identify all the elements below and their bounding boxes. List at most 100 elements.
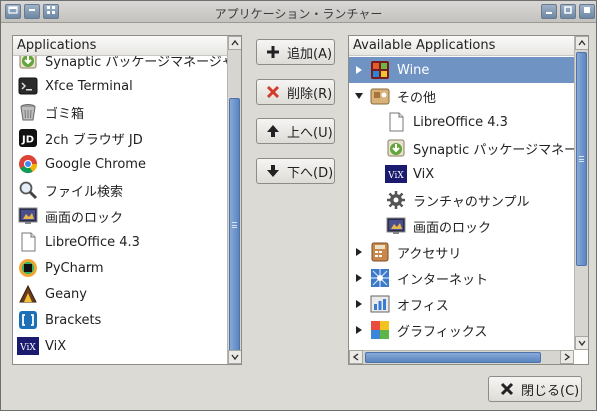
list-item[interactable]: PyCharm [13,255,227,281]
vix-icon: ViX [17,335,39,357]
tree-child-item[interactable]: ランチャのサンプル [349,187,574,213]
tree-item-label: ランチャのサンプル [413,194,530,210]
remove-icon [265,84,281,100]
add-button-label: 追加(A) [287,46,333,62]
available-vscrollbar[interactable] [574,36,588,350]
svg-text:ViX: ViX [19,343,36,353]
tree-category-item[interactable]: オフィス [349,291,574,317]
scrollbar-thumb[interactable] [576,52,587,266]
maximize-button[interactable] [560,4,576,19]
trash-icon [17,101,39,123]
up-button-label: 上へ(U) [287,125,333,141]
document-icon [17,231,39,253]
brackets-icon [17,309,39,331]
scroll-left-button[interactable] [349,350,363,364]
tree-category-item[interactable]: インターネット [349,265,574,291]
list-item-label: LibreOffice 4.3 [45,234,140,250]
tree-item-label: Synaptic パッケージマネージャ [413,142,574,158]
expander-collapsed-icon[interactable] [353,298,365,310]
applications-list-header[interactable]: Applications [13,36,227,56]
hscrollbar-thumb[interactable] [365,352,541,363]
list-item[interactable]: Xfce Terminal [13,73,227,99]
gear-icon [385,189,407,211]
chrome-icon [17,153,39,175]
scroll-up-button[interactable] [575,36,588,50]
chevron-down-icon [578,340,586,347]
minimize-icon [546,12,552,14]
scroll-right-button[interactable] [560,350,574,364]
available-applications-tree[interactable]: Available Applications Wine その他 LibreOffic… [348,35,589,365]
synaptic-icon [385,137,407,159]
scroll-down-button[interactable] [575,336,588,350]
list-item-label: ゴミ箱 [45,106,85,122]
list-item[interactable]: LibreOffice 4.3 [13,229,227,255]
expander-collapsed-icon[interactable] [353,324,365,336]
launcher-window: アプリケーション・ランチャー Applications Synaptic パッケ… [0,0,597,411]
expander-collapsed-icon[interactable] [353,246,365,258]
scrollbar-thumb[interactable] [229,98,240,352]
tree-child-item[interactable]: ViX ViX [349,161,574,187]
scroll-down-button[interactable] [228,350,241,364]
down-button[interactable]: 下へ(D) [256,158,335,184]
close-button[interactable]: 閉じる(C) [488,376,582,402]
applications-scrollbar[interactable] [227,36,241,364]
up-button[interactable]: 上へ(U) [256,118,335,144]
tree-item-label: その他 [397,90,437,106]
tree-category-item[interactable]: グラフィックス [349,317,574,343]
tree-child-item[interactable]: LibreOffice 4.3 [349,109,574,135]
list-item[interactable]: JD 2ch ブラウザ JD [13,125,227,151]
close-window-button[interactable] [579,4,595,19]
tree-category-item[interactable]: Wine [349,57,574,83]
close-button-label: 閉じる(C) [521,383,580,399]
list-item-label: 画面のロック [45,210,124,226]
minimize-button[interactable] [541,4,557,19]
grip-icon [579,156,584,162]
tree-category-item[interactable]: その他 [349,83,574,109]
list-item[interactable]: Brackets [13,307,227,333]
screen-lock-icon [385,215,407,237]
remove-button[interactable]: 削除(R) [256,79,335,105]
svg-text:ViX: ViX [387,171,404,181]
close-x-icon [499,381,515,397]
office-icon [369,293,391,315]
terminal-icon [17,75,39,97]
list-item-label: Google Chrome [45,156,146,172]
list-item-label: Geany [45,286,87,302]
available-applications-body: Wine その他 LibreOffice 4.3 Synaptic パッケージマネージ… [349,56,574,350]
arrow-down-icon [265,163,281,179]
title-bar[interactable]: アプリケーション・ランチャー [1,1,596,23]
jd-icon: JD [17,127,39,149]
list-item[interactable]: Synaptic パッケージマネージャ [13,56,227,73]
list-item[interactable]: ファイル検索 [13,177,227,203]
add-button[interactable]: 追加(A) [256,39,335,65]
tree-child-item[interactable]: 画面のロック [349,213,574,239]
tree-category-item[interactable]: アクセサリ [349,239,574,265]
list-item[interactable]: ViX ViX [13,333,227,359]
svg-text:JD: JD [21,135,34,146]
scroll-up-button[interactable] [228,36,241,50]
list-item[interactable]: Google Chrome [13,151,227,177]
expander-expanded-icon[interactable] [353,90,365,102]
maximize-icon [564,6,572,14]
expander-collapsed-icon[interactable] [353,64,365,76]
expander-collapsed-icon[interactable] [353,272,365,284]
pycharm-icon [17,257,39,279]
chevron-down-icon [231,354,239,361]
tree-item-label: グラフィックス [397,324,488,340]
list-item-label: Brackets [45,312,102,328]
list-item-label: Xfce Terminal [45,78,133,94]
chevron-up-icon [578,39,586,46]
wine-icon [369,59,391,81]
tree-child-item[interactable]: Synaptic パッケージマネージャ [349,135,574,161]
vix-icon: ViX [385,163,407,185]
chevron-right-icon [564,353,571,361]
list-item[interactable]: Geany [13,281,227,307]
applications-list[interactable]: Applications Synaptic パッケージマネージャ Xfce Ter… [12,35,242,365]
available-hscrollbar[interactable] [349,350,574,364]
list-item[interactable]: 画面のロック [13,203,227,229]
available-applications-header[interactable]: Available Applications [349,36,574,56]
list-item[interactable]: ゴミ箱 [13,99,227,125]
geany-icon [17,283,39,305]
list-item-label: ファイル検索 [45,184,124,200]
close-icon [584,7,590,13]
